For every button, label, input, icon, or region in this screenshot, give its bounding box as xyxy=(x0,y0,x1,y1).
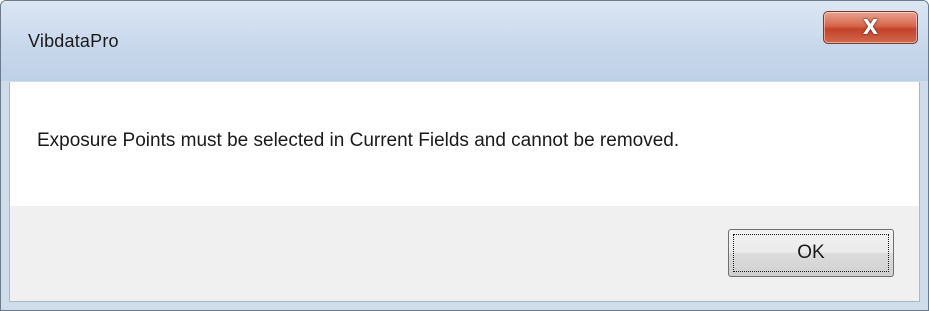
ok-button-label: OK xyxy=(797,242,825,263)
close-button[interactable]: X xyxy=(823,11,918,44)
title-bar[interactable]: VibdataPro X xyxy=(1,1,928,81)
window-title: VibdataPro xyxy=(28,31,119,51)
message-area: Exposure Points must be selected in Curr… xyxy=(9,82,920,206)
message-text: Exposure Points must be selected in Curr… xyxy=(37,130,680,151)
ok-button[interactable]: OK xyxy=(728,229,894,277)
close-icon: X xyxy=(862,15,879,39)
message-dialog: VibdataPro X Exposure Points must be sel… xyxy=(0,0,929,311)
button-bar: OK xyxy=(9,206,920,302)
